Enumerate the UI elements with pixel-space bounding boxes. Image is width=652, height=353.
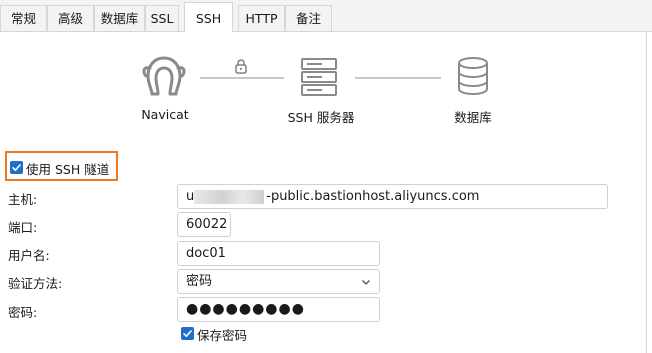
host-input[interactable]: u -public.bastionhost.aliyuncs.com [177, 184, 608, 209]
checkmark-icon [183, 330, 192, 337]
tab-general[interactable]: 常规 [0, 5, 47, 31]
database-label: 数据库 [454, 110, 492, 125]
database-icon [456, 56, 490, 100]
save-password-checkbox[interactable] [181, 327, 194, 340]
host-value: -public.bastionhost.aliyuncs.com [266, 189, 480, 204]
server-icon [300, 57, 338, 101]
password-label: 密码: [8, 305, 38, 320]
auth-method-label: 验证方法: [8, 276, 63, 291]
username-input[interactable]: doc01 [177, 241, 380, 266]
tab-advanced[interactable]: 高级 [47, 5, 94, 31]
tab-bar: 常规 高级 数据库 SSL SSH HTTP 备注 [0, 0, 652, 32]
tab-databases[interactable]: 数据库 [94, 5, 145, 31]
port-input[interactable]: 60022 [177, 212, 231, 237]
use-ssh-tunnel-checkbox[interactable] [10, 161, 23, 174]
host-value-prefix: u [186, 189, 195, 204]
client-label: Navicat [141, 107, 189, 122]
password-input[interactable]: ●●●●●●●●● [177, 297, 380, 322]
tab-notes[interactable]: 备注 [285, 5, 332, 31]
username-label: 用户名: [8, 248, 50, 263]
connection-line-right [355, 77, 441, 79]
auth-method-select[interactable]: 密码 [177, 269, 380, 294]
port-label: 端口: [8, 220, 38, 235]
navicat-logo-icon [140, 54, 188, 102]
server-label: SSH 服务器 [287, 110, 355, 125]
auth-method-value: 密码 [186, 274, 213, 289]
host-label: 主机: [8, 192, 38, 207]
lock-icon [233, 58, 249, 78]
tab-http[interactable]: HTTP [238, 5, 285, 31]
redacted-host-segment [194, 189, 265, 204]
chevron-down-icon [362, 280, 370, 285]
save-password-label: 保存密码 [197, 328, 248, 343]
use-ssh-tunnel-label: 使用 SSH 隧道 [26, 162, 110, 177]
tab-ssl[interactable]: SSL [145, 5, 179, 31]
checkmark-icon [12, 164, 21, 171]
tab-ssh[interactable]: SSH [184, 2, 233, 32]
